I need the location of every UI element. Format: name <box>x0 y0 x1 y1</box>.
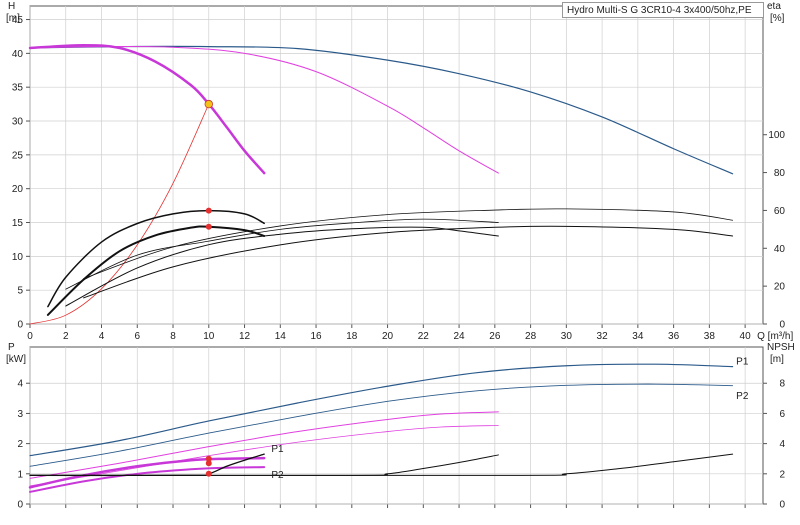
power-npsh-y-right-axis-unit: [m] <box>770 354 784 365</box>
head-efficiency-y-tick-label: 35 <box>12 83 24 94</box>
head-efficiency-x-tick-label: 22 <box>418 331 430 342</box>
power-npsh-series-label-1: P2 <box>736 391 749 402</box>
power-npsh-y-right-tick-label: 2 <box>779 469 785 480</box>
power-npsh-y-tick-label: 4 <box>17 379 23 390</box>
head-efficiency-y-tick-label: 10 <box>12 252 24 263</box>
power-npsh-y-axis-title: P <box>8 342 15 353</box>
power-npsh-y-right-tick-label: 4 <box>779 439 785 450</box>
head-efficiency-x-tick-label: 6 <box>134 331 140 342</box>
head-efficiency-x-tick-label: 10 <box>203 331 215 342</box>
head-efficiency-x-tick-label: 12 <box>239 331 251 342</box>
head-efficiency-y-right-tick-label: 100 <box>768 130 785 141</box>
head-efficiency-x-tick-label: 38 <box>704 331 716 342</box>
power-npsh-series-label-3: P2 <box>271 470 284 481</box>
head-efficiency-y-right-axis-title: eta <box>767 1 781 12</box>
head-efficiency-y-right-tick-label: 80 <box>774 168 786 179</box>
head-efficiency-marker-2 <box>205 223 212 230</box>
power-npsh-series-label-2: P1 <box>271 444 284 455</box>
head-efficiency-x-tick-label: 28 <box>525 331 537 342</box>
head-efficiency-x-tick-label: 24 <box>454 331 466 342</box>
head-efficiency-y-right-tick-label: 40 <box>774 244 786 255</box>
power-npsh-y-tick-label: 2 <box>17 439 23 450</box>
head-efficiency-y-right-tick-label: 60 <box>774 206 786 217</box>
head-efficiency-y-tick-label: 40 <box>12 49 24 60</box>
head-efficiency-y-axis-unit: [m] <box>6 13 20 24</box>
pump-curve-chart: 0 5 10 15 20 25 30 35 40 45 0 20 40 60 80 100 0 2 4 6 8 10 12 1… <box>0 0 800 520</box>
head-efficiency-x-tick-label: 34 <box>632 331 644 342</box>
head-efficiency-y-right-axis-unit: [%] <box>770 13 785 24</box>
head-efficiency-x-tick-label: 4 <box>99 331 105 342</box>
head-efficiency-x-tick-label: 16 <box>310 331 322 342</box>
power-npsh-y-tick-label: 0 <box>17 500 23 511</box>
power-npsh-marker-1 <box>205 460 212 467</box>
head-efficiency-x-axis-title: Q [m³/h] <box>757 331 793 342</box>
chart-title: Hydro Multi-S G 3CR10-4 3x400/50hz,PE <box>562 2 764 18</box>
head-efficiency-x-tick-label: 18 <box>346 331 358 342</box>
head-efficiency-y-tick-label: 20 <box>12 184 24 195</box>
head-efficiency-y-tick-label: 5 <box>17 286 23 297</box>
head-efficiency-x-tick-label: 40 <box>740 331 752 342</box>
head-efficiency-y-right-tick-label: 20 <box>774 282 786 293</box>
chart-canvas: 0510152025303540450204060801000 2 4 6 8 10 12 1… <box>6 1 795 511</box>
power-npsh-y-right-tick-label: 8 <box>779 379 785 390</box>
head-efficiency-y-tick-label: 0 <box>17 320 23 331</box>
head-efficiency-x-tick-label: 36 <box>668 331 680 342</box>
head-efficiency-x-tick-label: 14 <box>275 331 287 342</box>
head-efficiency-x-tick-label: 2 <box>63 331 69 342</box>
power-npsh-frame <box>29 346 764 505</box>
power-npsh-y-axis-unit: [kW] <box>6 354 26 365</box>
head-efficiency-marker-0 <box>204 99 213 109</box>
head-efficiency-x-tick-label: 8 <box>170 331 176 342</box>
head-efficiency-y-tick-label: 25 <box>12 150 24 161</box>
head-efficiency-x-tick-label: 20 <box>382 331 394 342</box>
head-efficiency-y-tick-label: 15 <box>12 218 24 229</box>
head-efficiency-y-right-tick-label: 0 <box>779 320 785 331</box>
head-efficiency-x-tick-label: 26 <box>489 331 501 342</box>
power-npsh-marker-2 <box>205 470 212 477</box>
head-efficiency-x-tick-label: 30 <box>561 331 573 342</box>
head-efficiency-marker-1 <box>205 207 212 214</box>
power-npsh-y-tick-label: 3 <box>17 409 23 420</box>
power-npsh-y-tick-label: 1 <box>17 469 23 480</box>
power-npsh-series-label-0: P1 <box>736 357 749 368</box>
head-efficiency-y-axis-title: H <box>8 1 15 12</box>
power-npsh-y-right-axis-title: NPSH <box>767 342 795 353</box>
head-efficiency-x-tick-label: 32 <box>597 331 609 342</box>
head-efficiency-y-tick-label: 30 <box>12 117 24 128</box>
head-efficiency-x-tick-label: 0 <box>27 331 33 342</box>
power-npsh-y-right-tick-label: 0 <box>779 500 785 511</box>
power-npsh-y-right-tick-label: 6 <box>779 409 785 420</box>
